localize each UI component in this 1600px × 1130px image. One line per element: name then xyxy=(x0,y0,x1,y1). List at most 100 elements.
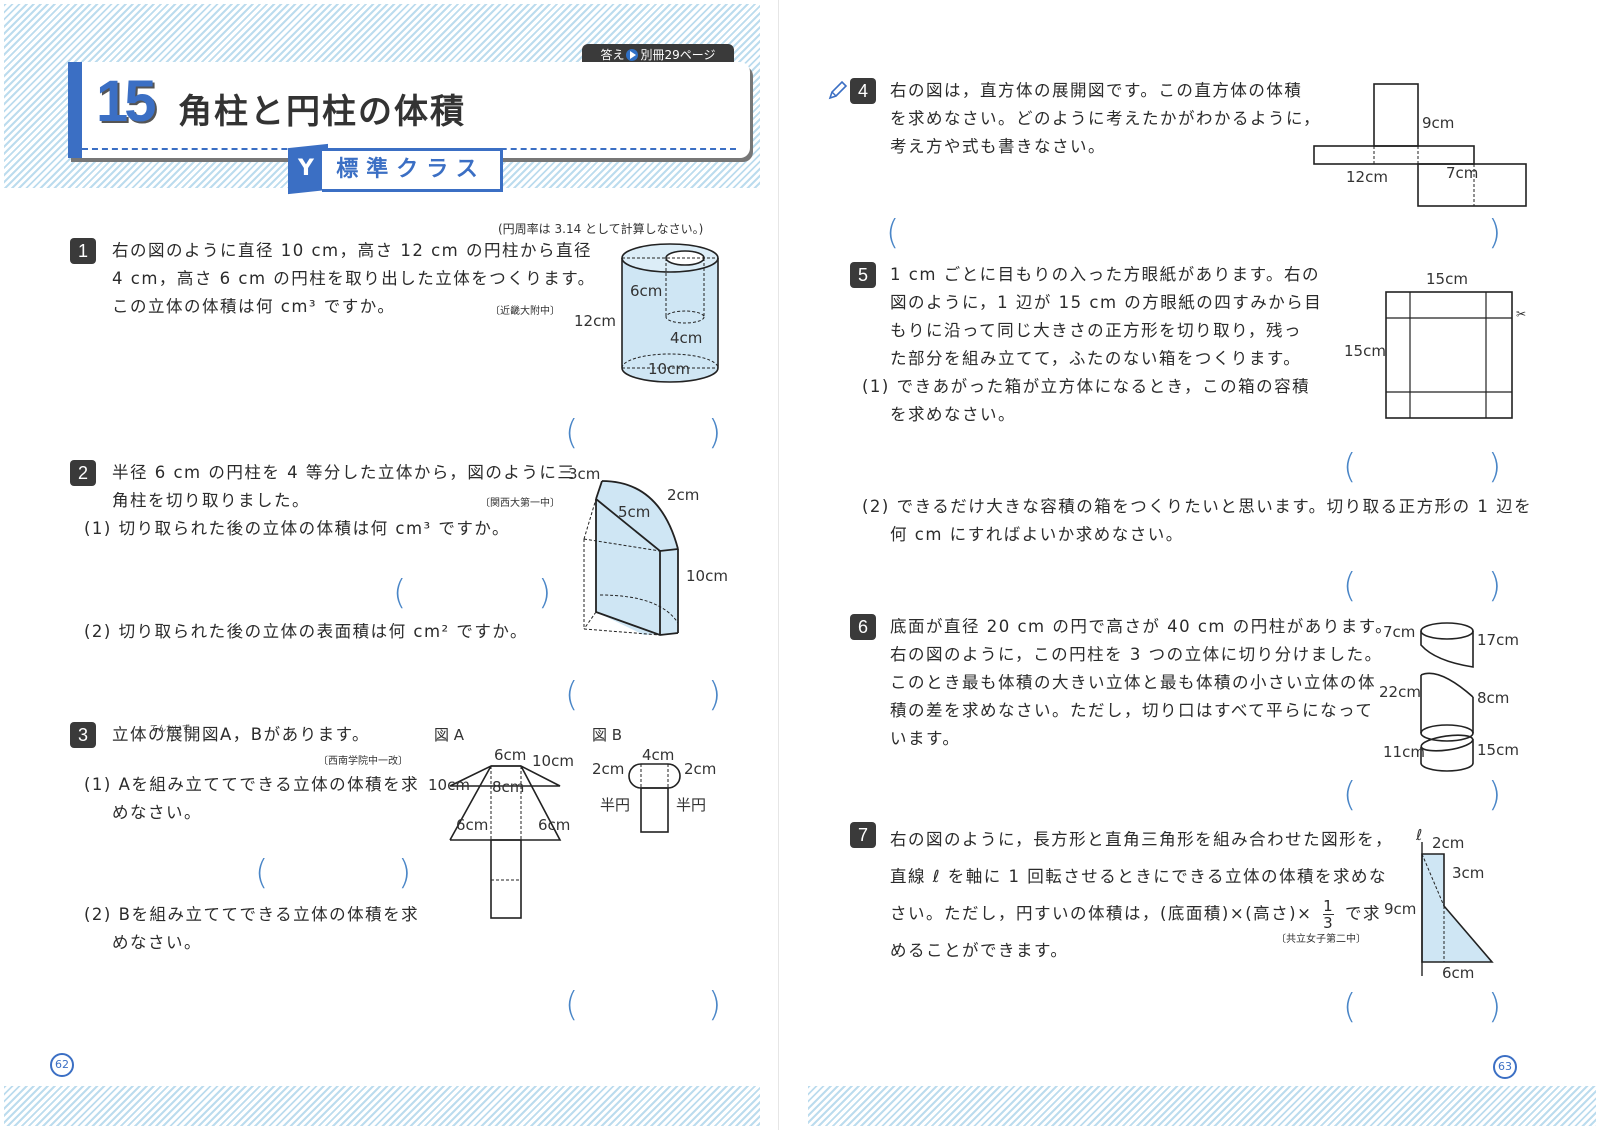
answer-blank-q7-close[interactable]: ) xyxy=(1488,987,1501,1027)
q3-ruby: てんかいず xyxy=(150,724,190,733)
answer-blank-q1-close[interactable]: ) xyxy=(708,413,721,453)
answer-blank-q3-1-close[interactable]: ) xyxy=(398,853,411,893)
q2-sub-2-label: (2) xyxy=(84,622,112,641)
answer-blank-q5-1-close[interactable]: ) xyxy=(1488,447,1501,487)
sprout-icon: Y xyxy=(298,156,314,181)
fig-b-label-semicircle-left: 半円 xyxy=(600,796,630,814)
question-number-3: 3 xyxy=(70,722,96,748)
q4-line-2: を求めなさい。どのように考えたかがわかるように， xyxy=(890,109,1322,128)
fig-b-label-left-2cm: 2cm xyxy=(592,760,624,778)
q3-sub-2-line-1: Bを組み立ててできる立体の体積を求 xyxy=(118,905,420,924)
q2-sub-2: (2) 切り取られた後の立体の表面積は何 cm² ですか。 xyxy=(84,618,528,646)
q6-cylinder-pieces-figure: 7cm 17cm 22cm 8cm 11cm 15cm xyxy=(1379,622,1519,772)
q7-source: 〔共立女子第二中〕 xyxy=(1276,934,1366,945)
answer-blank-q5-1-open[interactable]: ( xyxy=(1343,447,1356,487)
q6-piece-3-right: 15cm xyxy=(1477,741,1519,759)
answer-blank-q2-1-close[interactable]: ) xyxy=(538,573,551,613)
footer-hatch-band-right xyxy=(808,1086,1596,1126)
answer-blank-q5-2-close[interactable]: ) xyxy=(1488,566,1501,606)
q5-sub-1-line-2: を求めなさい。 xyxy=(890,405,1016,424)
q1-label-10cm: 10cm xyxy=(648,360,690,378)
question-number-7: 7 xyxy=(850,822,876,848)
q3-nets-figure: 図 A 6cm 10cm 10cm 8cm 6cm 6cm 図 B 4cm 2c… xyxy=(428,726,716,919)
q5-line-3: もりに沿って同じ大きさの正方形を切り取り，残っ xyxy=(890,321,1303,340)
question-5-text: 1 cm ごとに目もりの入った方眼紙があります。右の 図のように，1 辺が 15… xyxy=(890,261,1322,373)
question-number-1: 1 xyxy=(70,238,96,264)
q2-sub-1-label: (1) xyxy=(84,519,112,538)
answer-blank-q2-2-close[interactable]: ) xyxy=(708,675,721,715)
q2-line-1: 半径 6 cm の円柱を 4 等分した立体から，図のように三 xyxy=(112,463,576,482)
q4-net-figure: 9cm 12cm 7cm xyxy=(1313,83,1527,207)
fig-a-label-left-slant: 10cm xyxy=(428,776,470,794)
q5-sub-2-line-2: 何 cm にすればよいか求めなさい。 xyxy=(890,525,1184,544)
q2-sub-1-text: 切り取られた後の立体の体積は何 cm³ ですか。 xyxy=(118,519,511,538)
q4-label-12cm: 12cm xyxy=(1346,168,1388,186)
q5-label-top-15cm: 15cm xyxy=(1426,270,1468,288)
q5-line-2: 図のように，1 辺が 15 cm の方眼紙の四すみから目 xyxy=(890,293,1323,312)
page-gutter xyxy=(778,0,779,1130)
answer-blank-q3-1-open[interactable]: ( xyxy=(255,853,268,893)
q7-label-6cm: 6cm xyxy=(1442,964,1474,982)
q6-piece-1-left: 7cm xyxy=(1383,623,1415,641)
q3-sub-1-line-1: Aを組み立ててできる立体の体積を求 xyxy=(118,775,420,794)
q6-line-4: 積の差を求めなさい。ただし，切り口はすべて平らになって xyxy=(890,701,1374,720)
answer-blank-q6-open[interactable]: ( xyxy=(1343,775,1356,815)
q6-piece-1: 7cm 17cm xyxy=(1383,622,1519,668)
q2-solid-figure: 3cm 2cm 5cm 10cm xyxy=(568,465,728,636)
answer-blank-q7-open[interactable]: ( xyxy=(1343,987,1356,1027)
fig-a-label-bottom-right: 6cm xyxy=(538,816,570,834)
q3-sub-1-label: (1) xyxy=(84,775,112,794)
q4-line-3: 考え方や式も書きなさい。 xyxy=(890,137,1106,156)
q3-sub-1: (1) Aを組み立ててできる立体の体積を求 めなさい。 xyxy=(84,771,419,827)
q3-sub-2-label: (2) xyxy=(84,905,112,924)
fraction-denominator: 3 xyxy=(1323,914,1335,932)
q6-piece-2-right: 8cm xyxy=(1477,689,1509,707)
q6-line-5: います。 xyxy=(890,729,961,748)
answer-blank-q4-close[interactable]: ) xyxy=(1488,213,1501,253)
chapter-number: 15 xyxy=(96,69,156,134)
answer-blank-q2-1-open[interactable]: ( xyxy=(393,573,406,613)
fraction-one-third: 1 3 xyxy=(1323,898,1335,932)
answer-blank-q4-open[interactable]: ( xyxy=(886,213,899,253)
question-6-text: 底面が直径 20 cm の円で高さが 40 cm の円柱があります。 右の図のよ… xyxy=(890,613,1393,753)
answer-blank-q3-2-open[interactable]: ( xyxy=(565,985,578,1025)
q1-label-4cm: 4cm xyxy=(670,329,702,347)
q3-source: 〔西南学院中一改〕 xyxy=(318,756,408,767)
question-number-5: 5 xyxy=(850,262,876,288)
q1-label-12cm: 12cm xyxy=(574,312,616,330)
q7-line-2: 直線 ℓ を軸に 1 回転させるときにできる立体の体積を求めな xyxy=(890,867,1387,886)
question-number-4: 4 xyxy=(850,78,876,104)
q6-piece-2-left: 22cm xyxy=(1379,683,1421,701)
fig-b-label-semicircle-right: 半円 xyxy=(676,796,706,814)
q5-sub-2-line-1: できるだけ大きな容積の箱をつくりたいと思います。切り取る正方形の 1 辺を xyxy=(896,497,1533,516)
answer-label: 答え xyxy=(600,48,625,62)
answer-blank-q1-open[interactable]: ( xyxy=(565,413,578,453)
chapter-title: 角柱と円柱の体積 xyxy=(178,92,466,132)
q5-sub-1: (1) できあがった箱が立方体になるとき，この箱の容積 を求めなさい。 xyxy=(862,373,1310,429)
pencil-icon xyxy=(828,80,848,100)
answer-blank-q3-2-close[interactable]: ) xyxy=(708,985,721,1025)
page-number-left: 62 xyxy=(50,1053,74,1077)
q4-label-9cm: 9cm xyxy=(1422,114,1454,132)
q2-label-3cm: 3cm xyxy=(568,465,600,483)
q7-line-1: 右の図のように，長方形と直角三角形を組み合わせた図形を， xyxy=(890,830,1394,849)
answer-blank-q5-2-open[interactable]: ( xyxy=(1343,566,1356,606)
q5-sub-2-label: (2) xyxy=(862,497,890,516)
q4-line-1: 右の図は，直方体の展開図です。この直方体の体積 xyxy=(890,81,1303,100)
fig-b-title: 図 B xyxy=(592,726,622,744)
fig-a-label-top: 6cm xyxy=(494,746,526,764)
q4-label-7cm: 7cm xyxy=(1446,164,1478,182)
q1-source: 〔近畿大附中〕 xyxy=(490,306,560,317)
q7-label-3cm: 3cm xyxy=(1452,864,1484,882)
answer-blank-q2-2-open[interactable]: ( xyxy=(565,675,578,715)
q6-line-3: このとき最も体積の大きい立体と最も体積の小さい立体の体 xyxy=(890,673,1376,692)
q6-piece-2: 22cm 8cm xyxy=(1379,672,1509,742)
page-number-right: 63 xyxy=(1493,1055,1517,1079)
fig-a-title: 図 A xyxy=(434,726,465,744)
q3-sub-2-line-2: めなさい。 xyxy=(112,933,202,952)
answer-blank-q6-close[interactable]: ) xyxy=(1488,775,1501,815)
q1-line-2: 4 cm，高さ 6 cm の円柱を取り出した立体をつくります。 xyxy=(112,269,596,288)
q3-sub-2: (2) Bを組み立ててできる立体の体積を求 めなさい。 xyxy=(84,901,419,957)
q2-label-5cm: 5cm xyxy=(618,503,650,521)
q7-rotation-figure: ℓ 2cm 3cm 9cm 6cm xyxy=(1384,826,1494,982)
